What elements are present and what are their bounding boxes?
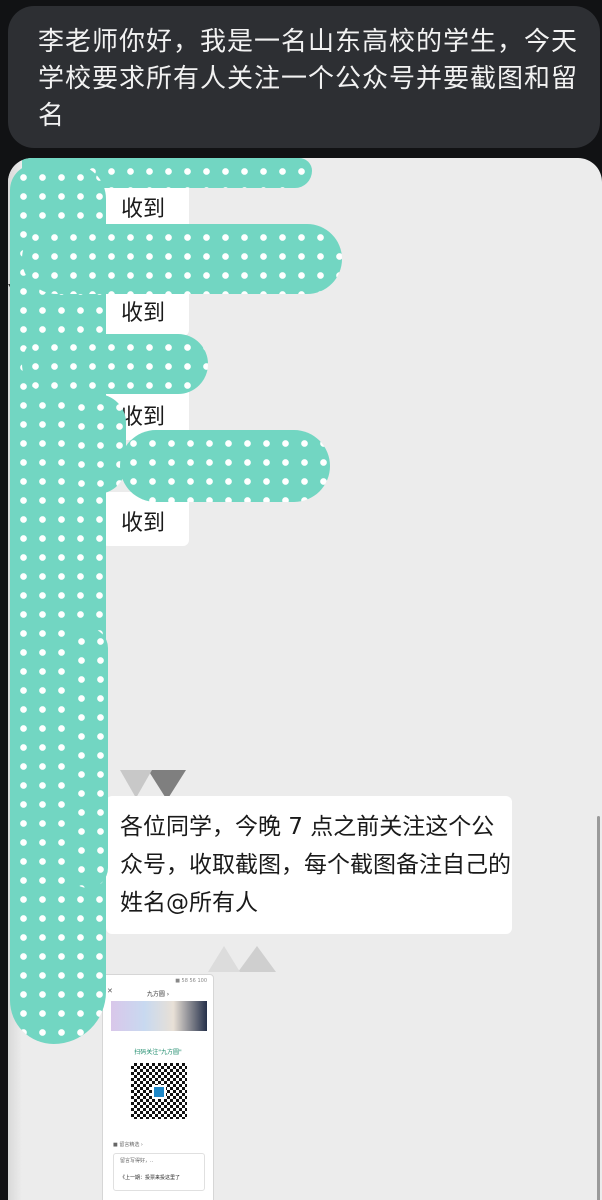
privacy-mosaic (120, 430, 330, 502)
privacy-mosaic (68, 394, 126, 494)
privacy-mosaic (68, 628, 108, 888)
question-text: 李老师你好，我是一名山东高校的学生，今天学校要求所有人关注一个公众号并要截图和留… (38, 27, 579, 131)
qr-logo-icon (152, 1085, 166, 1099)
question-bubble: 李老师你好，我是一名山东高校的学生，今天学校要求所有人关注一个公众号并要截图和留… (8, 6, 600, 148)
avatar-triangle (120, 770, 152, 798)
announcement-message: 各位同学，今晚 7 点之前关注这个公众号，收取截图，每个截图备注自己的姓名@所有… (106, 796, 512, 934)
scrollbar[interactable] (597, 816, 600, 1200)
avatar-triangle (208, 946, 240, 972)
thumbnail-text: 留言写得好，.. (120, 1158, 154, 1164)
privacy-mosaic (10, 164, 106, 1044)
privacy-mosaic (22, 334, 208, 394)
message-text: 收到 (121, 511, 166, 536)
announcement-text: 各位同学，今晚 7 点之前关注这个公众号，收取截图，每个截图备注自己的姓名@所有… (120, 814, 511, 916)
thumbnail-follow-text: 扫码关注"九方圆" (134, 1049, 182, 1056)
image-thumbnail[interactable]: ■ 58 56 100 ✕ 九方圆 › 扫码关注"九方圆" ■ 留言精选 › 留… (102, 974, 214, 1200)
thumbnail-comment-box: 留言写得好，.. 《上一期：投票来投这里了 (113, 1153, 205, 1191)
thumbnail-banner (111, 1001, 207, 1031)
message-text: 收到 (121, 405, 166, 430)
thumbnail-text: 《上一期：投票来投这里了 (120, 1175, 181, 1181)
thumbnail-status-bar: ■ 58 56 100 (175, 978, 207, 984)
avatar-triangle (238, 946, 276, 972)
chat-screenshot: 收到 收到 收到 乔 收到 各位同学，今晚 7 点之前关注这个公众号，收取截图，… (8, 158, 602, 1200)
thumbnail-title: 九方圆 › (146, 991, 170, 998)
message-text: 收到 (121, 301, 166, 326)
privacy-mosaic (22, 224, 342, 294)
thumbnail-text: ■ 留言精选 › (113, 1142, 143, 1148)
message-text: 收到 (121, 197, 166, 222)
